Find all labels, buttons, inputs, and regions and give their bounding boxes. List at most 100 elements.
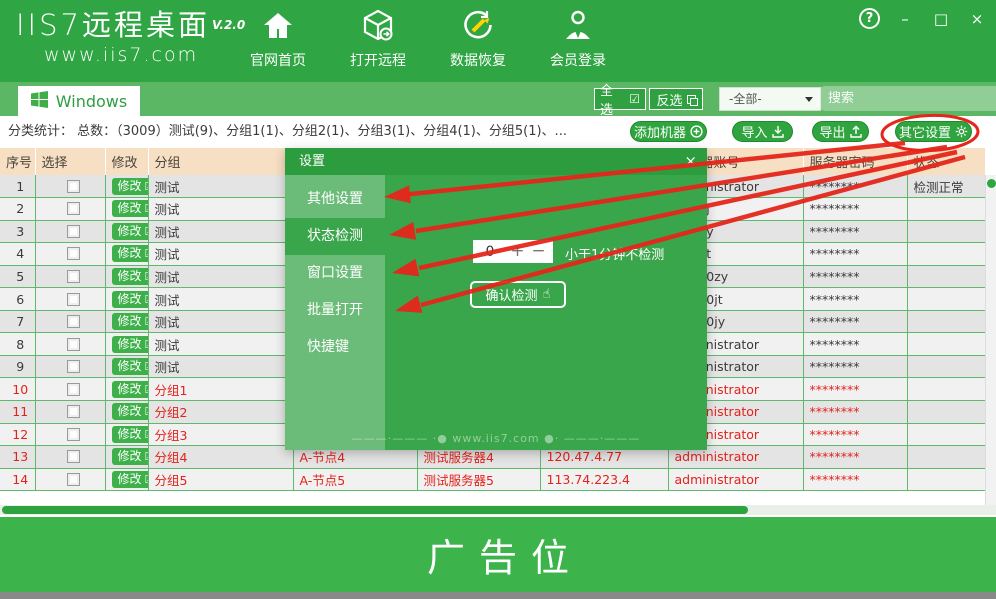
modify-button[interactable]: 修改☑ (112, 200, 149, 217)
close-button[interactable]: × (966, 9, 988, 29)
data-recovery-icon (460, 6, 496, 46)
cell-row-number: 3 (0, 220, 35, 243)
modify-button[interactable]: 修改☑ (112, 178, 149, 195)
bottom-border (0, 592, 996, 599)
toolbar: Windows 全选☑ 反选 -全部- (0, 82, 996, 116)
row-checkbox[interactable] (67, 315, 80, 328)
cell-select (35, 446, 105, 469)
cell-status (907, 423, 985, 446)
cell-group: 测试 (148, 355, 293, 378)
modify-button[interactable]: 修改☑ (112, 313, 149, 330)
cell-server-password: ******** (803, 423, 907, 446)
settings-menu-item-4[interactable]: 快捷键 (285, 329, 385, 366)
search-input[interactable] (814, 91, 996, 106)
minimize-button[interactable]: – (894, 9, 916, 29)
cell-server-password: ******** (803, 468, 907, 491)
cell-status (907, 288, 985, 311)
nav-data-recovery[interactable]: 数据恢复 (428, 6, 528, 70)
cell-select (35, 220, 105, 243)
modify-label: 修改 (118, 472, 142, 487)
ad-banner[interactable]: 广告位 (0, 517, 996, 592)
row-checkbox[interactable] (67, 450, 80, 463)
modify-button[interactable]: 修改☑ (112, 291, 149, 308)
spinner-minus-button[interactable]: − (528, 241, 549, 262)
app-window: IIS7远程桌面V.2.0 www.iis7.com 官网首页 打开远程 (0, 0, 996, 599)
row-checkbox[interactable] (67, 405, 80, 418)
modify-button[interactable]: 修改☑ (112, 448, 149, 465)
cell-select (35, 378, 105, 401)
modify-button[interactable]: 修改☑ (112, 471, 149, 488)
settings-menu-item-3[interactable]: 批量打开 (285, 292, 385, 329)
settings-menu-item-0[interactable]: 其他设置 (285, 181, 385, 218)
maximize-button[interactable]: □ (930, 9, 952, 29)
cell-select (35, 310, 105, 333)
add-machine-button[interactable]: 添加机器 (630, 121, 707, 142)
export-button[interactable]: 导出 (812, 121, 869, 142)
modify-button[interactable]: 修改☑ (112, 403, 149, 420)
settings-menu-item-1[interactable]: 状态检测 (285, 218, 385, 255)
edit-check-icon: ☑ (145, 269, 148, 284)
cell-modify: 修改☑ (105, 243, 148, 266)
col-选择: 选择 (35, 148, 105, 175)
spinner-plus-button[interactable]: + (507, 241, 528, 262)
row-checkbox[interactable] (67, 338, 80, 351)
logo-title: IIS7远程桌面 (16, 8, 210, 42)
cell-select (35, 468, 105, 491)
modify-button[interactable]: 修改☑ (112, 426, 149, 443)
cell-group: 分组3 (148, 423, 293, 446)
row-checkbox[interactable] (67, 473, 80, 486)
nav-home[interactable]: 官网首页 (228, 6, 328, 70)
tab-windows[interactable]: Windows (18, 86, 140, 116)
invert-select-button[interactable]: 反选 (649, 88, 703, 110)
confirm-detect-button[interactable]: 确认检测 ☝ (470, 281, 566, 308)
cell-modify: 修改☑ (105, 175, 148, 198)
settings-modal: 设置 × 其他设置状态检测窗口设置批量打开快捷键 0 + − 小于1分钟不检测 … (285, 148, 707, 450)
other-settings-button[interactable]: 其它设置 (895, 121, 972, 142)
nav-label: 数据恢复 (450, 50, 506, 70)
cell-server-password: ******** (803, 378, 907, 401)
row-checkbox[interactable] (67, 293, 80, 306)
row-checkbox[interactable] (67, 383, 80, 396)
nav-member-login[interactable]: 会员登录 (528, 6, 628, 70)
cell-server-password: ******** (803, 333, 907, 356)
modify-button[interactable]: 修改☑ (112, 223, 149, 240)
import-button[interactable]: 导入 (732, 121, 793, 142)
row-checkbox[interactable] (67, 360, 80, 373)
select-all-button[interactable]: 全选☑ (594, 88, 646, 110)
add-machine-label: 添加机器 (634, 122, 686, 141)
cell-status (907, 468, 985, 491)
export-icon (850, 125, 862, 138)
horizontal-scrollbar[interactable] (0, 505, 996, 515)
cell-modify: 修改☑ (105, 446, 148, 469)
modify-button[interactable]: 修改☑ (112, 336, 149, 353)
row-checkbox[interactable] (67, 247, 80, 260)
horizontal-scrollbar-thumb[interactable] (2, 506, 748, 514)
cell-status (907, 355, 985, 378)
modify-button[interactable]: 修改☑ (112, 358, 149, 375)
edit-check-icon: ☑ (145, 292, 148, 307)
modify-button[interactable]: 修改☑ (112, 381, 149, 398)
cell-server-password: ******** (803, 175, 907, 198)
vertical-scrollbar-thumb[interactable] (987, 179, 996, 188)
vertical-scrollbar[interactable] (985, 175, 996, 505)
row-checkbox[interactable] (67, 270, 80, 283)
row-checkbox[interactable] (67, 202, 80, 215)
edit-check-icon: ☑ (145, 201, 148, 216)
modal-close-icon[interactable]: × (684, 152, 697, 170)
settings-menu-item-2[interactable]: 窗口设置 (285, 255, 385, 292)
modify-label: 修改 (118, 359, 142, 374)
help-button[interactable]: ? (859, 8, 880, 29)
row-checkbox[interactable] (67, 225, 80, 238)
row-checkbox[interactable] (67, 428, 80, 441)
modify-button[interactable]: 修改☑ (112, 268, 149, 285)
modify-button[interactable]: 修改☑ (112, 245, 149, 262)
modify-label: 修改 (118, 427, 142, 442)
col-状态: 状态 (907, 148, 985, 175)
group-filter-select[interactable]: -全部- (719, 87, 821, 111)
nav-open-remote[interactable]: 打开远程 (328, 6, 428, 70)
edit-check-icon: ☑ (145, 179, 148, 194)
import-label: 导入 (741, 122, 767, 141)
cell-modify: 修改☑ (105, 400, 148, 423)
cell-select (35, 265, 105, 288)
row-checkbox[interactable] (67, 180, 80, 193)
